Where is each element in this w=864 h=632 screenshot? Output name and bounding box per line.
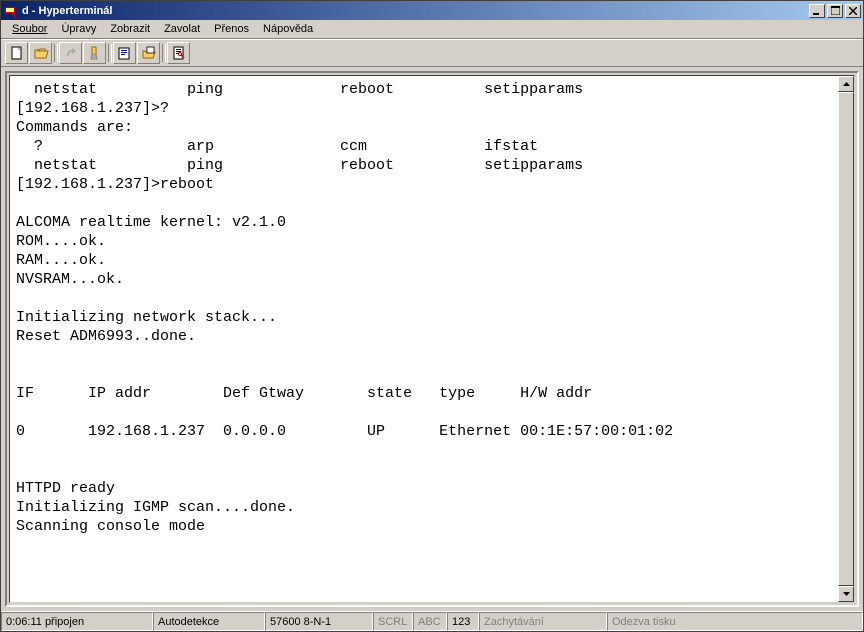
app-window: d - Hyperterminál Soubor Úpravy Zobrazit… <box>0 0 864 632</box>
menu-file[interactable]: Soubor <box>5 21 54 37</box>
menubar: Soubor Úpravy Zobrazit Zavolat Přenos Ná… <box>1 20 863 39</box>
status-connected-time: 0:06:11 připojen <box>1 612 153 631</box>
statusbar: 0:06:11 připojen Autodetekce 57600 8-N-1… <box>1 611 863 631</box>
app-icon <box>3 3 19 19</box>
status-params: 57600 8-N-1 <box>265 612 373 631</box>
close-button[interactable] <box>845 4 861 18</box>
client-area: netstat ping reboot setipparams [192.168… <box>1 67 863 611</box>
connect-button[interactable] <box>59 42 82 64</box>
menu-transfer[interactable]: Přenos <box>207 21 256 37</box>
terminal-output[interactable]: netstat ping reboot setipparams [192.168… <box>10 76 838 602</box>
maximize-button[interactable] <box>827 4 843 18</box>
menu-help[interactable]: Nápověda <box>256 21 320 37</box>
status-print-echo: Odezva tisku <box>607 612 863 631</box>
send-button[interactable] <box>113 42 136 64</box>
titlebar[interactable]: d - Hyperterminál <box>1 1 863 20</box>
menu-edit[interactable]: Úpravy <box>54 21 103 37</box>
scroll-down-button[interactable] <box>838 586 854 602</box>
minimize-button[interactable] <box>809 4 825 18</box>
scroll-track[interactable] <box>838 92 854 586</box>
status-scroll-lock: SCRL <box>373 612 413 631</box>
menu-call[interactable]: Zavolat <box>157 21 207 37</box>
status-num: 123 <box>447 612 479 631</box>
status-autodetect: Autodetekce <box>153 612 265 631</box>
menu-view[interactable]: Zobrazit <box>103 21 157 37</box>
terminal-frame: netstat ping reboot setipparams [192.168… <box>5 71 859 607</box>
scroll-thumb[interactable] <box>838 92 854 586</box>
window-title: d - Hyperterminál <box>22 5 809 17</box>
vertical-scrollbar[interactable] <box>838 76 854 602</box>
window-controls <box>809 4 861 18</box>
toolbar <box>1 39 863 67</box>
disconnect-button[interactable] <box>83 42 106 64</box>
status-capture: Zachytávání <box>479 612 607 631</box>
receive-button[interactable] <box>137 42 160 64</box>
properties-button[interactable] <box>167 42 190 64</box>
open-button[interactable] <box>29 42 52 64</box>
status-caps: ABC <box>413 612 447 631</box>
new-button[interactable] <box>5 42 28 64</box>
scroll-up-button[interactable] <box>838 76 854 92</box>
